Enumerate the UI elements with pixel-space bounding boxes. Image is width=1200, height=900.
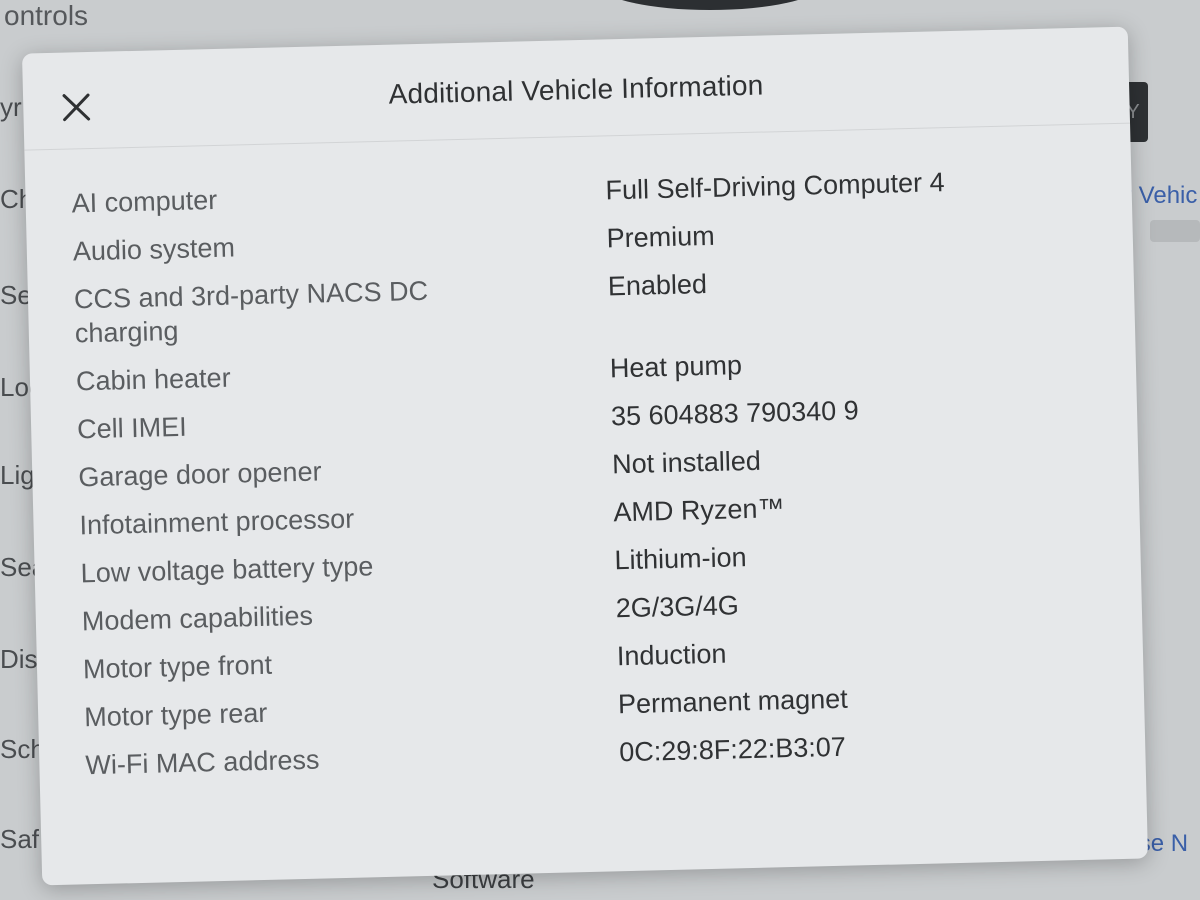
info-value: Heat pump [609,350,743,384]
info-value: Not installed [611,445,762,480]
info-value: Induction [616,638,727,672]
info-row-cell-imei: Cell IMEI 35 604883 790340 9 [77,388,1088,447]
info-label: AI computer [71,184,218,219]
info-label: Modem capabilities [81,600,314,637]
info-value: Permanent magnet [617,683,849,720]
info-value: AMD Ryzen™ [613,493,785,528]
sidebar-item-8[interactable]: Sch [0,734,44,765]
modal-header: Additional Vehicle Information [22,26,1131,151]
info-row-garage-door-opener: Garage door opener Not installed [78,436,1089,495]
info-value: Premium [606,220,716,254]
info-value: Lithium-ion [614,542,747,576]
info-label: Low voltage battery type [80,551,374,589]
background-page-title: ontrols [4,0,89,31]
info-value: 35 604883 790340 9 [610,395,860,432]
modal-title: Additional Vehicle Information [388,69,764,110]
background-bar [1150,220,1200,242]
info-label: Wi-Fi MAC address [85,744,320,781]
info-value: Enabled [607,268,708,302]
info-label: Motor type rear [83,697,268,733]
info-row-low-voltage-battery: Low voltage battery type Lithium-ion [80,532,1091,591]
info-row-dc-charging: CCS and 3rd-party NACS DC charging Enabl… [74,258,1085,351]
info-label: Motor type front [82,649,273,685]
info-row-audio-system: Audio system Premium [72,210,1083,269]
vehicle-info-list: AI computer Full Self-Driving Computer 4… [71,162,1096,796]
info-label: Garage door opener [78,456,322,493]
info-label: Cabin heater [75,362,231,397]
info-row-wifi-mac: Wi-Fi MAC address 0C:29:8F:22:B3:07 [85,724,1096,783]
info-row-motor-front: Motor type front Induction [83,628,1094,687]
info-value: Full Self-Driving Computer 4 [605,167,945,206]
sidebar-item-9[interactable]: Saf [0,824,44,855]
info-label: Infotainment processor [79,503,355,541]
info-row-modem-capabilities: Modem capabilities 2G/3G/4G [81,580,1092,639]
info-value: 0C:29:8F:22:B3:07 [618,731,847,768]
info-value: 2G/3G/4G [615,590,740,624]
info-row-motor-rear: Motor type rear Permanent magnet [84,676,1095,735]
info-row-ai-computer: AI computer Full Self-Driving Computer 4 [71,162,1082,221]
info-label: Audio system [72,232,236,267]
info-row-infotainment-processor: Infotainment processor AMD Ryzen™ [79,484,1090,543]
info-row-cabin-heater: Cabin heater Heat pump [76,340,1087,399]
info-label: CCS and 3rd-party NACS DC charging [73,275,429,349]
background-dark-shape [600,0,820,10]
vehicle-info-modal: Additional Vehicle Information AI comput… [22,26,1148,886]
info-label: Cell IMEI [76,411,188,445]
background-vehicle-link[interactable]: r Vehic [1124,182,1200,210]
